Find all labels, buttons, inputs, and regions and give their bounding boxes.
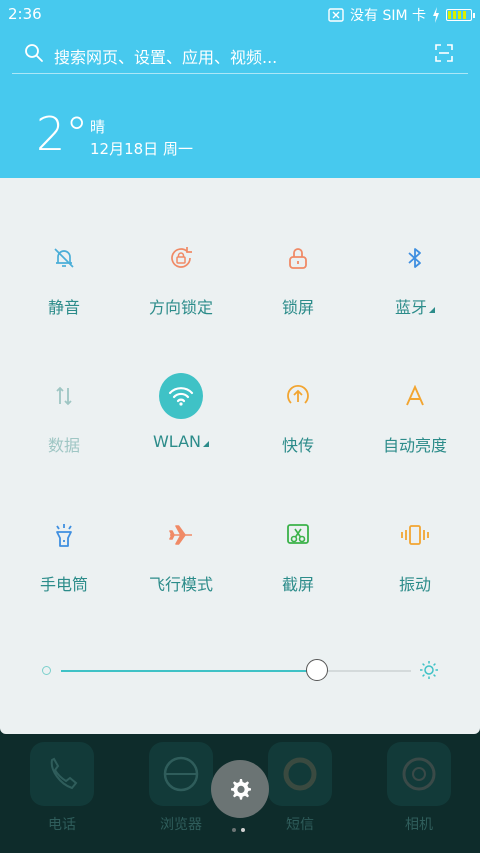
- status-time: 2:36: [8, 5, 42, 23]
- dock-label-camera: 相机: [405, 817, 433, 833]
- page-dot-active: [241, 828, 245, 832]
- tile-vibrate[interactable]: 振动: [355, 513, 475, 633]
- tile-label: 锁屏: [281, 298, 314, 317]
- status-bar: 2:36 没有 SIM 卡: [0, 0, 480, 28]
- lock-icon: [289, 248, 307, 269]
- tile-flashlight[interactable]: 手电筒: [4, 513, 124, 633]
- tile-bluetooth[interactable]: 蓝牙: [355, 236, 475, 356]
- tile-rotation-lock[interactable]: 方向锁定: [121, 236, 241, 356]
- tile-label: 快传: [281, 436, 314, 455]
- tile-label: 振动: [398, 575, 431, 594]
- wifi-active-bg: [159, 373, 203, 419]
- dock-label-messages: 短信: [286, 817, 314, 833]
- sim-x-icon: [328, 8, 344, 22]
- brightness-high-icon: [420, 661, 438, 679]
- dock-label-phone: 电话: [48, 817, 76, 833]
- vibrate-icon: [401, 525, 429, 545]
- tile-wlan[interactable]: WLAN: [121, 373, 241, 494]
- menu-caret-icon: [429, 307, 435, 313]
- flashlight-icon: [56, 524, 72, 547]
- tile-mobile-data[interactable]: 数据: [4, 374, 124, 494]
- quick-settings-panel: 静音 方向锁定 锁屏 蓝牙 数据 WLAN 快传 自动亮度 手电筒 飞行模式 截…: [0, 178, 480, 734]
- settings-button[interactable]: [211, 760, 269, 818]
- tile-label: 自动亮度: [382, 436, 447, 455]
- dock-label-browser: 浏览器: [160, 817, 202, 833]
- brightness-low-icon: [42, 666, 51, 675]
- tile-lock-screen[interactable]: 锁屏: [238, 236, 358, 356]
- airplane-icon: [169, 525, 192, 545]
- weather-date: 12月18日 周一: [90, 140, 193, 158]
- search-bar[interactable]: 搜索网页、设置、应用、视频...: [12, 34, 468, 74]
- camera-icon: [402, 757, 436, 791]
- dock-app-camera[interactable]: [387, 742, 451, 806]
- page-indicator: [232, 828, 245, 832]
- bell-off-icon: [54, 248, 74, 268]
- message-icon: [283, 757, 317, 791]
- dock-app-browser[interactable]: [149, 742, 213, 806]
- tile-airplane-mode[interactable]: 飞行模式: [121, 513, 241, 633]
- sim-status-text: 没有 SIM 卡: [350, 8, 426, 24]
- phone-icon: [50, 757, 78, 790]
- dock-app-phone[interactable]: [30, 742, 94, 806]
- tile-label: 数据: [47, 436, 80, 455]
- dock-app-messages[interactable]: [268, 742, 332, 806]
- tile-screenshot[interactable]: 截屏: [238, 513, 358, 633]
- charging-icon: [433, 7, 439, 23]
- status-right: 没有 SIM 卡: [328, 5, 475, 25]
- brightness-fill: [61, 670, 317, 672]
- search-icon: [25, 44, 43, 62]
- battery-icon: [446, 9, 475, 21]
- tile-label: 静音: [47, 298, 80, 317]
- search-input[interactable]: 搜索网页、设置、应用、视频...: [54, 44, 277, 68]
- tile-label: 截屏: [281, 575, 314, 594]
- tile-auto-brightness[interactable]: 自动亮度: [355, 374, 475, 494]
- tile-label: 蓝牙: [355, 294, 475, 318]
- tile-quick-share[interactable]: 快传: [238, 374, 358, 494]
- screenshot-icon: [287, 524, 309, 544]
- notification-header: 2:36 没有 SIM 卡 搜索网页、设置、应用、视频... 2° 晴 12月1…: [0, 0, 480, 178]
- tile-label: WLAN: [121, 432, 241, 451]
- auto-brightness-icon: [406, 385, 424, 406]
- tile-mute[interactable]: 静音: [4, 236, 124, 356]
- tile-label: 方向锁定: [148, 298, 213, 317]
- bluetooth-icon: [408, 248, 421, 268]
- page-dot: [232, 828, 236, 832]
- brightness-slider[interactable]: [61, 659, 411, 681]
- browser-icon: [163, 756, 199, 792]
- tile-label: 手电筒: [39, 575, 88, 594]
- tile-label: 飞行模式: [148, 575, 213, 594]
- brightness-thumb[interactable]: [305, 659, 328, 681]
- data-icon: [56, 386, 72, 406]
- weather-condition: 晴: [90, 118, 106, 136]
- scan-icon[interactable]: [434, 43, 454, 63]
- temperature: 2°: [36, 107, 89, 161]
- share-icon: [287, 384, 309, 404]
- rotation-lock-icon: [171, 247, 192, 268]
- gear-icon: [231, 779, 251, 800]
- menu-caret-icon: [203, 441, 209, 447]
- wifi-icon: [168, 387, 194, 406]
